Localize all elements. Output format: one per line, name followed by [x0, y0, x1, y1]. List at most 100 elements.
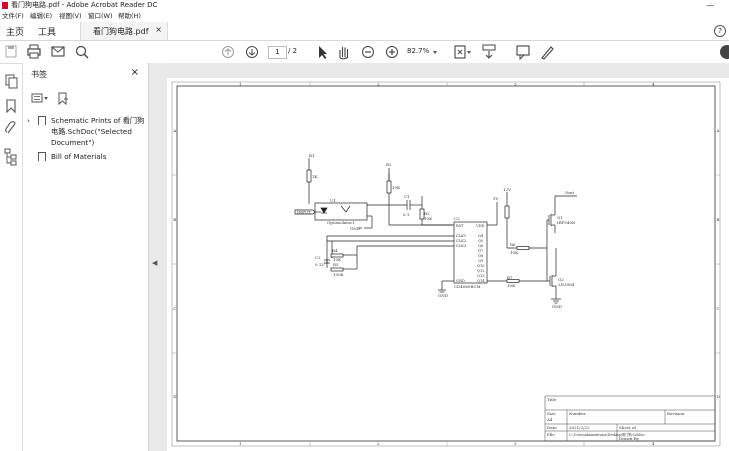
bookmarks-panel: 书签 × › Schematic Prints of 看门狗电路.SchDoc(… [23, 63, 147, 451]
tab-tools[interactable]: 工具 [38, 25, 56, 38]
menu-file[interactable]: 文件(F) [2, 11, 24, 22]
part-ref: R7 [507, 275, 513, 280]
part-name: CD4060BCM [454, 284, 481, 289]
panel-splitter[interactable]: ◀ [148, 63, 162, 451]
pin-label: Q4 [478, 234, 484, 238]
row-label: C [717, 306, 720, 311]
part-ref: R4 [332, 248, 338, 253]
previous-page-icon[interactable] [222, 46, 234, 58]
comment-icon[interactable] [516, 45, 530, 61]
zoom-out-icon[interactable] [362, 46, 374, 58]
pin-label: Q14 [477, 279, 485, 283]
page-number-input[interactable]: 1 [268, 46, 287, 59]
part-ref: R1 [309, 153, 315, 158]
part-value: 10K [507, 283, 516, 288]
navigation-rail [0, 63, 23, 451]
minimize-button[interactable]: — [700, 0, 720, 11]
bookmark-ribbon-icon [38, 152, 46, 161]
bookmarks-icon[interactable] [6, 99, 16, 114]
row-label: D [173, 394, 176, 399]
part-ref: C2 [315, 255, 321, 260]
toolbar-icons [5, 44, 729, 61]
title-block-title: Title [547, 397, 557, 402]
pin-label: Q7 [478, 249, 484, 253]
scroll-mode-icon[interactable] [482, 44, 496, 59]
help-icon[interactable]: ? [714, 25, 726, 37]
pin-label: Q8 [478, 254, 484, 258]
net-label: GND [438, 293, 448, 298]
bookmark-item-bom[interactable]: Bill of Materials [27, 151, 147, 163]
document-viewport[interactable]: 1 2 3 4 1 2 3 4 A B C D A B C D R1 1K R2… [161, 63, 729, 451]
menu-view[interactable]: 视图(V) [59, 11, 82, 22]
model-tree-icon[interactable] [4, 148, 17, 166]
row-label: B [717, 217, 720, 222]
title-block-date-header: Date [547, 425, 557, 430]
part-value: 10K [510, 250, 519, 255]
pin-label: Q10 [477, 264, 485, 268]
part-value: 10K [392, 185, 401, 190]
title-block-date: 2021/2/22 [569, 425, 590, 430]
pin-label: CLK3 [456, 244, 467, 248]
pin-label: Q12 [477, 269, 485, 273]
collapse-arrow-icon[interactable]: ◀ [152, 259, 157, 267]
search-icon[interactable] [75, 45, 89, 59]
net-label: 5V [493, 196, 499, 201]
menu-bar: 文件(F) 编辑(E) 视图(V) 窗口(W) 帮助(H) [0, 11, 729, 22]
tab-document-label: 看门狗电路.pdf [93, 27, 149, 36]
save-icon[interactable] [5, 45, 17, 58]
acrobat-app-icon [2, 2, 8, 9]
sign-pen-icon[interactable] [541, 46, 554, 60]
main-toolbar: 1 / 2 82.7% [0, 41, 729, 64]
zoom-in-icon[interactable] [386, 46, 398, 58]
schematic-drawing: 1 2 3 4 1 2 3 4 A B C D A B C D R1 1K R2… [171, 82, 721, 447]
pin-label: Q5 [478, 239, 484, 243]
attachments-icon[interactable] [5, 121, 16, 134]
bookmark-tools [31, 92, 68, 106]
part-ref: R6 [510, 242, 516, 247]
bookmark-label: Schematic Prints of 看门狗电路.SchDoc("Select… [51, 116, 145, 147]
zoom-level-input[interactable]: 82.7% [407, 46, 439, 57]
row-label: D [717, 394, 720, 399]
part-ref: U2 [454, 216, 460, 221]
email-icon[interactable] [51, 46, 65, 57]
circuit-wires [294, 158, 577, 304]
net-label: INPUT [297, 210, 311, 215]
menu-window[interactable]: 窗口(W) [88, 11, 113, 22]
title-block-sheet-header: Sheet of [619, 425, 636, 430]
part-ref: R2 [386, 162, 392, 167]
menu-edit[interactable]: 编辑(E) [30, 11, 52, 22]
pin-label: Q9 [478, 259, 484, 263]
bookmark-ribbon-icon [38, 116, 46, 125]
column-label: 1 [239, 441, 242, 446]
part-value: 0.1U [315, 262, 325, 267]
column-label: 3 [514, 441, 517, 446]
tab-close-button[interactable]: × [155, 25, 162, 34]
expand-chevron-icon[interactable]: › [27, 115, 35, 126]
part-value: 1K [312, 174, 319, 179]
bookmark-label: Bill of Materials [51, 152, 107, 161]
row-label: B [173, 217, 176, 222]
share-icon[interactable] [720, 45, 729, 59]
new-bookmark-icon[interactable] [58, 92, 68, 106]
hand-tool-icon[interactable] [339, 47, 349, 60]
tab-home[interactable]: 主页 [6, 25, 24, 38]
bookmark-item-schematic[interactable]: › Schematic Prints of 看门狗电路.SchDoc("Sele… [27, 115, 147, 149]
page-thumbnails-icon[interactable] [5, 74, 18, 89]
page-total: / 2 [288, 47, 298, 55]
pin-label: Q13 [477, 274, 485, 278]
pin-label: CLK1 [456, 234, 466, 238]
menu-help[interactable]: 帮助(H) [118, 11, 141, 22]
tab-document[interactable]: 看门狗电路.pdf × [80, 22, 168, 40]
column-label: 1 [239, 82, 242, 87]
print-icon[interactable] [27, 44, 41, 59]
bookmark-options-icon[interactable] [31, 93, 48, 103]
fit-page-icon[interactable] [454, 45, 471, 59]
title-block-file-header: File [547, 432, 555, 437]
title-bar: 看门狗电路.pdf - Adobe Acrobat Reader DC — [0, 0, 729, 11]
next-page-icon[interactable] [246, 46, 258, 58]
part-name: IRF540N [557, 220, 576, 225]
part-name: 2N3904 [558, 282, 575, 287]
title-block-size: A4 [546, 417, 553, 422]
select-tool-icon[interactable] [319, 46, 327, 59]
column-label: 2 [377, 441, 380, 446]
